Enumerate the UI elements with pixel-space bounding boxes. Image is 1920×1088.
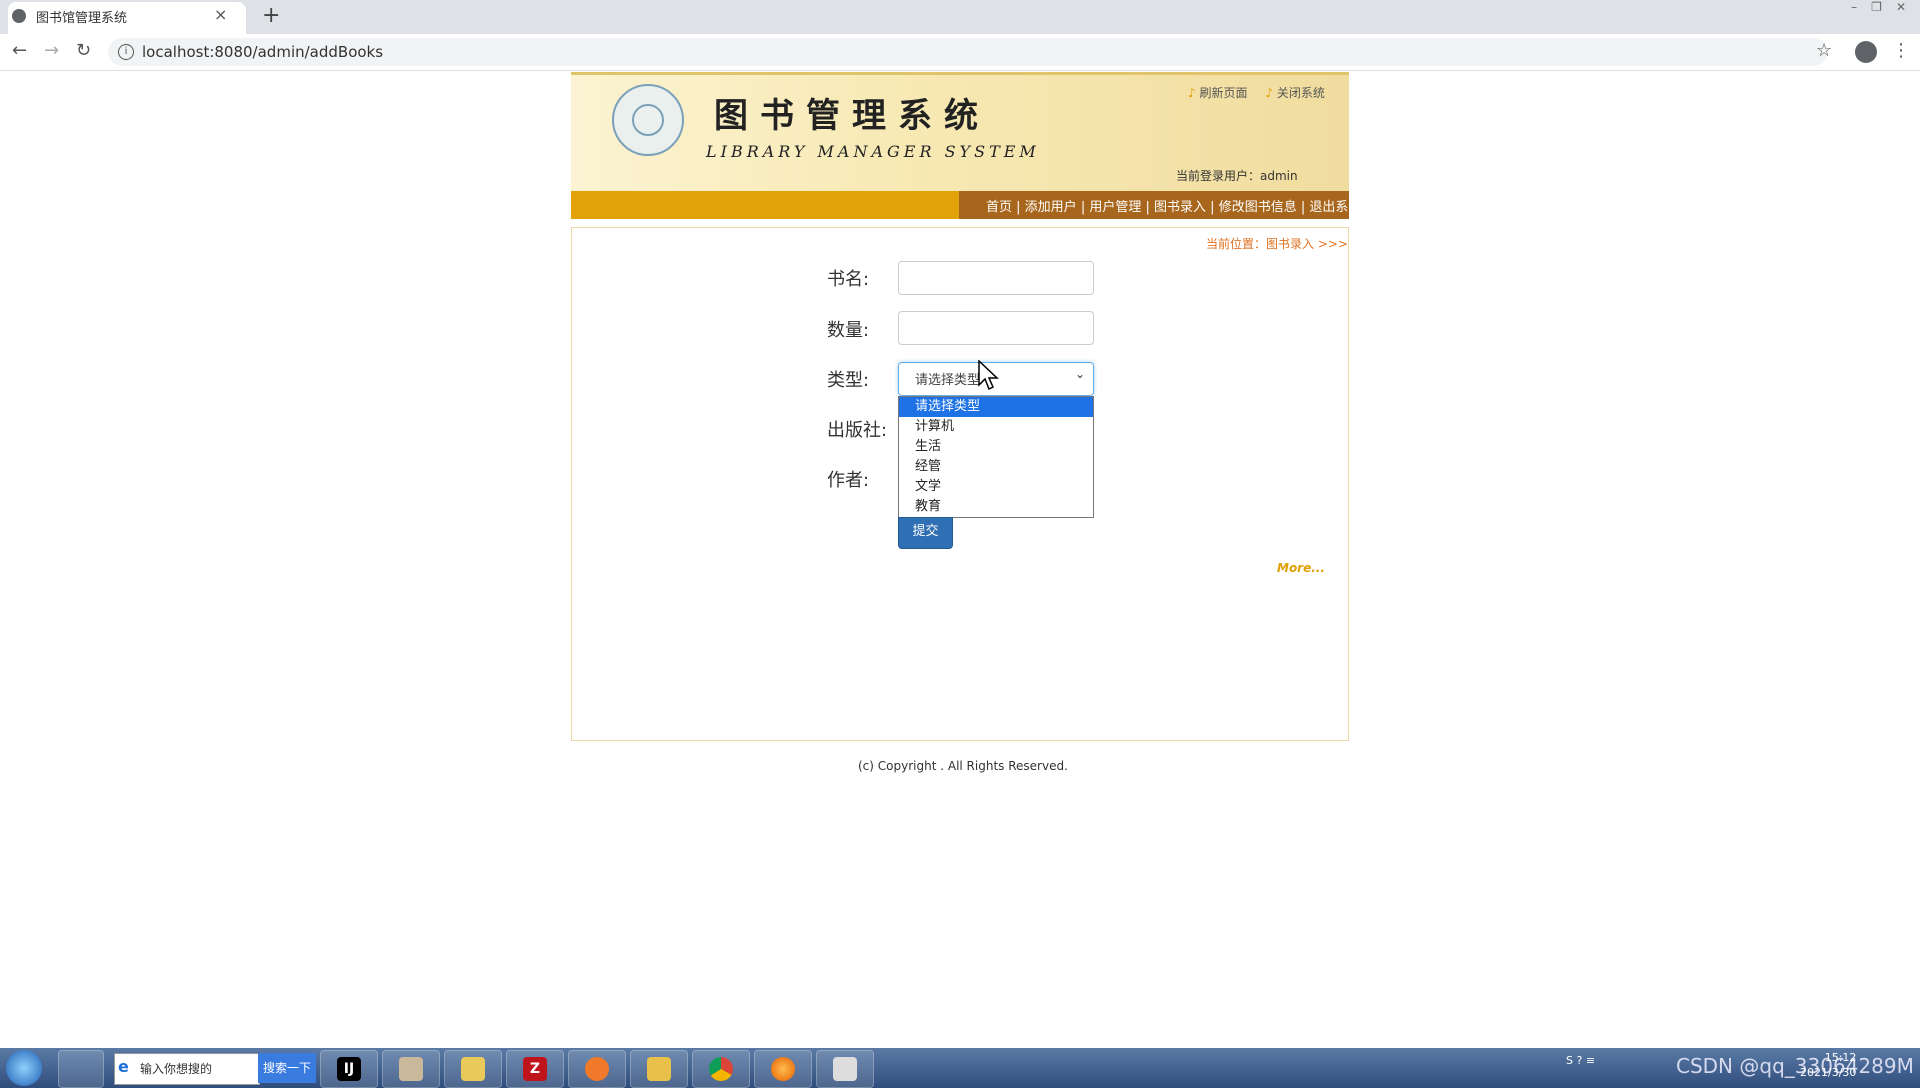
system-subtitle: LIBRARY MANAGER SYSTEM [706,142,1040,161]
type-option[interactable]: 计算机 [899,417,1093,437]
tab-strip [0,0,1920,34]
ie-icon: e [118,1057,129,1076]
csdn-watermark: CSDN @qq_33064289M [1676,1054,1914,1078]
current-user-label: 当前登录用户：admin [1176,169,1298,183]
taskbar-app-folder[interactable] [630,1050,688,1088]
top-links: ♪ 刷新页面 ♪ 关闭系统 [1188,84,1325,101]
quantity-label: 数量: [827,320,870,341]
firefox-icon [771,1057,795,1081]
taskbar-app-explorer[interactable] [444,1050,502,1088]
tab-close-icon[interactable]: × [214,5,227,24]
system-tray[interactable]: S ? ≡ [1566,1054,1595,1067]
folder-icon [647,1057,671,1081]
system-clock[interactable]: 15:12 2021/3/30 [1800,1050,1856,1080]
window-controls: – ❐ ✕ [1851,0,1906,14]
type-option[interactable]: 教育 [899,497,1093,517]
taskbar-app-chrome[interactable] [692,1050,750,1088]
bookmark-star-icon[interactable]: ☆ [1816,40,1832,61]
book-name-label: 书名: [827,269,870,290]
taskbar-app-filezilla[interactable]: Z [506,1050,564,1088]
system-title: 图书管理系统 [714,96,990,136]
logo-emblem [632,104,664,136]
publisher-label: 出版社: [827,420,888,441]
nav-edit-books[interactable]: 修改图书信息 [1219,200,1297,215]
close-system-link[interactable]: 关闭系统 [1277,86,1325,100]
taskbar-app-colorful[interactable] [58,1050,104,1088]
tab-title: 图书馆管理系统 [36,11,128,26]
reload-button[interactable]: ↻ [76,40,91,61]
type-option[interactable]: 生活 [899,437,1093,457]
taskbar-app-orange[interactable] [568,1050,626,1088]
forward-button[interactable]: → [44,40,59,61]
taskbar-search-button[interactable]: 搜索一下 [258,1053,316,1083]
flag-icon: ♪ [1265,86,1274,100]
type-label: 类型: [827,370,870,391]
nav-links: 首页 | 添加用户 | 用户管理 | 图书录入 | 修改图书信息 | 退出系统 [986,200,1362,215]
close-window-button[interactable]: ✕ [1896,0,1906,14]
browser-menu-icon[interactable]: ⋮ [1892,40,1910,61]
type-option[interactable]: 请选择类型 [899,397,1093,417]
taskbar-app-firefox[interactable] [754,1050,812,1088]
nav-user-manage[interactable]: 用户管理 [1089,200,1141,215]
breadcrumb: 当前位置：图书录入 >>> [1206,237,1348,251]
nav-add-user[interactable]: 添加用户 [1025,200,1077,215]
nav-home[interactable]: 首页 [986,200,1012,215]
favicon-icon [12,9,26,23]
restore-button[interactable]: ❐ [1871,0,1882,14]
start-button[interactable] [6,1050,42,1086]
user-app-icon [399,1057,423,1081]
taskbar-app-intellij[interactable]: IJ [320,1050,378,1088]
chrome-icon [709,1057,733,1081]
url-text[interactable]: localhost:8080/admin/addBooks [142,43,383,61]
quantity-input[interactable] [898,311,1094,345]
type-option[interactable]: 文学 [899,477,1093,497]
refresh-page-link[interactable]: 刷新页面 [1200,86,1248,100]
type-dropdown-list: 请选择类型 计算机 生活 经管 文学 教育 [898,396,1094,518]
folder-icon [461,1057,485,1081]
taskbar-search-placeholder: 输入你想搜的 [140,1062,213,1076]
mouse-cursor-icon [978,360,999,391]
nav-logout[interactable]: 退出系统 [1309,200,1361,215]
clock-date: 2021/3/30 [1800,1066,1857,1079]
account-avatar-icon[interactable] [1855,41,1877,63]
more-link[interactable]: More... [1277,561,1325,575]
clock-time: 15:12 [1824,1051,1857,1064]
book-name-input[interactable] [898,261,1094,295]
back-button[interactable]: ← [12,40,27,61]
chevron-down-icon: ⌄ [1075,367,1086,381]
taskbar-app-user[interactable] [382,1050,440,1088]
submit-button[interactable]: 提交 [898,517,953,549]
author-label: 作者: [827,470,870,491]
site-info-icon[interactable]: i [118,44,134,60]
copyright-text: (c) Copyright . All Rights Reserved. [858,759,1068,773]
intellij-icon: IJ [337,1057,361,1081]
tool-icon [833,1057,857,1081]
minimize-button[interactable]: – [1851,0,1857,14]
filezilla-icon: Z [523,1057,547,1081]
type-select-value: 请选择类型 [915,373,981,388]
flag-icon: ♪ [1188,86,1196,100]
gear-app-icon [585,1057,609,1081]
type-option[interactable]: 经管 [899,457,1093,477]
nav-book-entry[interactable]: 图书录入 [1154,200,1206,215]
taskbar-app-tool[interactable] [816,1050,874,1088]
new-tab-button[interactable]: + [262,3,280,28]
